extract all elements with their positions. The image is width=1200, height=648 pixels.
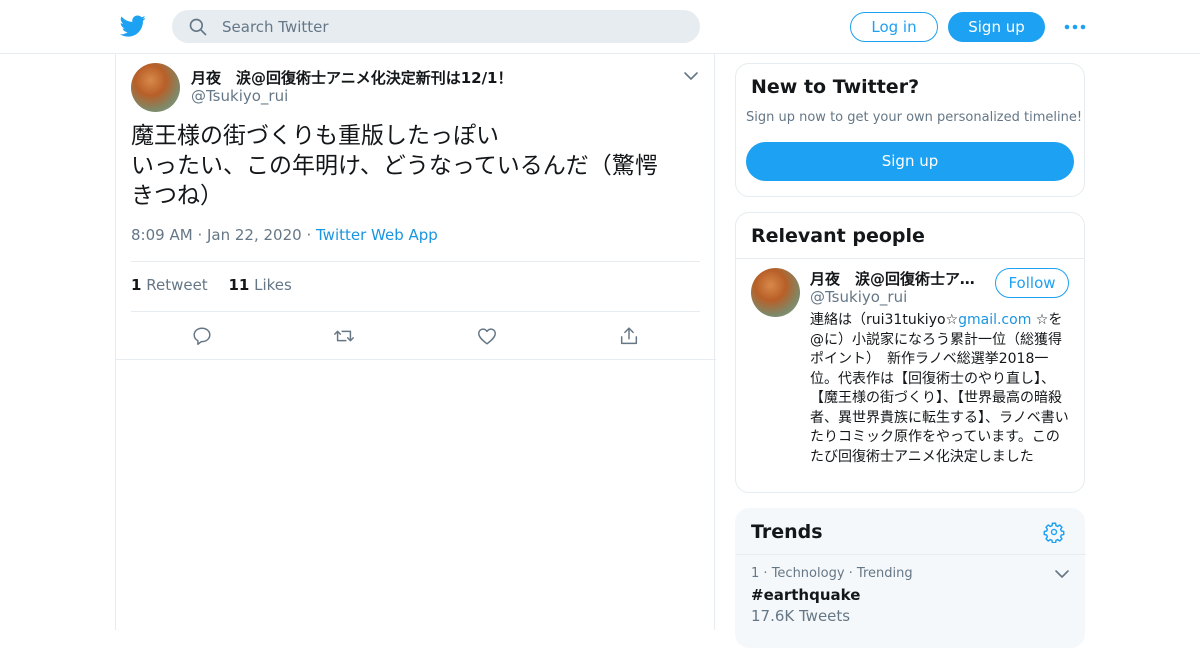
signup-button[interactable]: Sign up xyxy=(948,12,1045,42)
tweet-source-link[interactable]: Twitter Web App xyxy=(316,226,438,244)
retweet-icon[interactable] xyxy=(333,325,355,347)
meta-separator: · xyxy=(848,566,857,581)
likes-stat[interactable]: 11 Likes xyxy=(228,276,291,294)
likes-label: Likes xyxy=(254,276,292,294)
tweet-time[interactable]: 8:09 AM xyxy=(131,226,193,244)
follow-button[interactable]: Follow xyxy=(995,268,1069,298)
person-handle[interactable]: @Tsukiyo_rui xyxy=(810,288,907,306)
trend-rank: 1 xyxy=(751,566,760,581)
trend-status: Trending xyxy=(856,566,913,581)
twitter-bird-icon[interactable] xyxy=(120,13,146,39)
meta-separator: · xyxy=(763,566,772,581)
trend-category: Technology xyxy=(771,566,845,581)
trend-meta: 1 · Technology · Trending xyxy=(751,566,913,581)
tweet-meta: 8:09 AM · Jan 22, 2020 · Twitter Web App xyxy=(131,226,438,244)
gear-icon[interactable] xyxy=(1043,521,1065,543)
tweet-text: 魔王様の街づくりも重版したっぽい いったい、この年明け、どうなっているんだ（驚愕… xyxy=(131,121,691,211)
reply-icon[interactable] xyxy=(191,325,213,347)
trends-card: Trends 1 · Technology · Trending #earthq… xyxy=(735,508,1086,648)
chevron-down-icon[interactable] xyxy=(683,68,699,84)
tweet-text-line: いったい、この年明け、どうなっているんだ（驚愕 xyxy=(131,153,658,179)
person-bio: 連絡は（rui31tukiyo☆gmail.com ☆を@に）小説家になろう累計… xyxy=(810,311,1072,467)
avatar[interactable] xyxy=(131,63,180,112)
divider xyxy=(736,258,1084,259)
avatar[interactable] xyxy=(751,268,800,317)
share-icon[interactable] xyxy=(618,325,640,347)
retweets-stat[interactable]: 1 Retweet xyxy=(131,276,208,294)
meta-separator: · xyxy=(197,226,207,244)
search-box[interactable] xyxy=(172,10,700,43)
author-handle[interactable]: @Tsukiyo_rui xyxy=(191,87,288,105)
card-subtitle: Sign up now to get your own personalized… xyxy=(746,110,1083,125)
tweet-text-line: 魔王様の街づくりも重版したっぽい xyxy=(131,123,499,149)
sidebar-signup-button[interactable]: Sign up xyxy=(746,142,1074,181)
card-title: Trends xyxy=(751,521,823,543)
tweet-stats: 1 Retweet 11 Likes xyxy=(131,276,308,294)
meta-separator: · xyxy=(306,226,316,244)
search-input[interactable] xyxy=(222,10,682,43)
bio-text: ☆を@に）小説家になろう累計一位（総獲得ポイント） 新作ラノベ総選挙2018一位… xyxy=(810,312,1069,465)
card-title: New to Twitter? xyxy=(751,76,920,98)
chevron-down-icon[interactable] xyxy=(1054,566,1070,582)
likes-count: 11 xyxy=(228,276,250,294)
divider xyxy=(736,554,1086,555)
retweets-count: 1 xyxy=(131,276,142,294)
bio-text: 連絡は（rui31tukiyo☆ xyxy=(810,312,959,328)
trend-name[interactable]: #earthquake xyxy=(751,586,860,604)
search-icon xyxy=(189,18,207,36)
tweet-column: 月夜 涙@回復術士アニメ化決定新刊は12/1！ @Tsukiyo_rui 魔王様… xyxy=(115,54,716,630)
more-dots-icon[interactable] xyxy=(1063,17,1087,37)
like-icon[interactable] xyxy=(476,325,498,347)
tweet-text-line: きつね） xyxy=(131,183,223,209)
new-to-twitter-card: New to Twitter? Sign up now to get your … xyxy=(735,63,1085,197)
tweet-date[interactable]: Jan 22, 2020 xyxy=(207,226,302,244)
bio-link[interactable]: gmail.com xyxy=(958,312,1031,328)
person-name[interactable]: 月夜 涙@回復術士アニメ化決定新刊は12/1！ xyxy=(810,268,980,289)
login-button[interactable]: Log in xyxy=(850,12,938,42)
tweet-actions xyxy=(116,312,716,360)
top-nav: Log in Sign up xyxy=(0,0,1200,54)
retweets-label: Retweet xyxy=(146,276,208,294)
author-name[interactable]: 月夜 涙@回復術士アニメ化決定新刊は12/1！ xyxy=(191,67,513,88)
card-title: Relevant people xyxy=(751,225,925,247)
trend-tweet-count: 17.6K Tweets xyxy=(751,607,851,625)
relevant-people-card: Relevant people 月夜 涙@回復術士アニメ化決定新刊は12/1！ … xyxy=(735,212,1085,493)
divider xyxy=(131,261,700,262)
